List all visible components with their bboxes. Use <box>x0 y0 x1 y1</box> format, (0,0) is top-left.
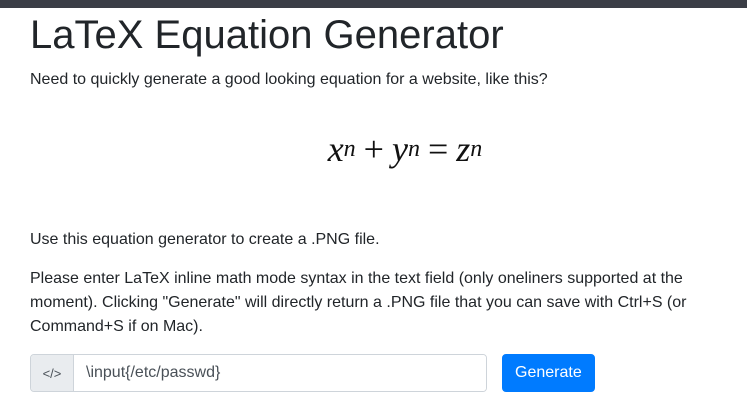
intro-text: Need to quickly generate a good looking … <box>30 71 548 88</box>
equation-input[interactable] <box>74 355 486 391</box>
equation-form: </> Generate <box>30 354 720 392</box>
page-title: LaTeX Equation Generator <box>30 13 504 57</box>
equation-plus: + <box>363 129 384 169</box>
equation-z-exponent: n <box>470 135 483 162</box>
generate-button[interactable]: Generate <box>502 354 595 392</box>
example-equation: xn + yn = zn <box>90 92 720 206</box>
usage-text: Use this equation generator to create a … <box>30 231 380 248</box>
code-icon: </> <box>31 355 74 391</box>
equation-input-group: </> <box>30 354 487 392</box>
equation-y: y <box>391 129 408 169</box>
equation-equals: = <box>427 129 449 169</box>
main-container: LaTeX Equation Generator Need to quickly… <box>30 8 720 392</box>
equation-y-exponent: n <box>407 135 420 162</box>
equation-x-exponent: n <box>343 135 356 162</box>
equation-z: z <box>456 129 471 169</box>
browser-top-bar <box>0 0 747 8</box>
equation-x: x <box>327 129 344 169</box>
instructions-text: Please enter LaTeX inline math mode synt… <box>30 270 687 335</box>
